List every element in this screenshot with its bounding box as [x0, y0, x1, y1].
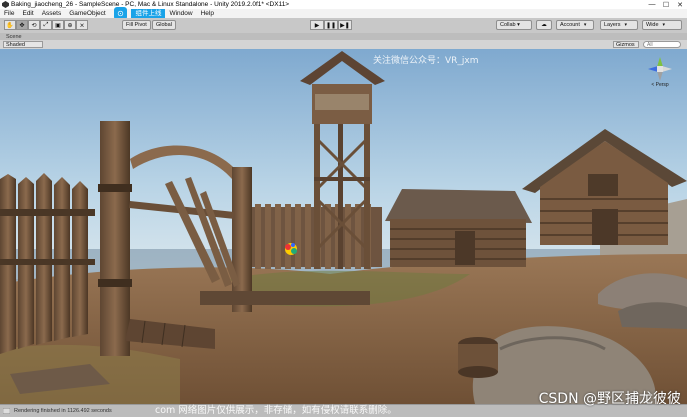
gizmos-dropdown[interactable]: Gizmos	[613, 41, 639, 48]
menu-edit[interactable]: Edit	[18, 10, 37, 17]
hand-tool-icon[interactable]: ✋	[4, 20, 16, 30]
watermark-text: 关注微信公众号：VR_jxm	[373, 56, 479, 66]
maximize-button[interactable]: ☐	[659, 0, 673, 9]
transform-tool-icon[interactable]: ⊕	[64, 20, 76, 30]
pivot-toggle[interactable]: Fill Pivot	[122, 20, 151, 30]
shading-mode-dropdown[interactable]: Shaded	[3, 41, 43, 48]
global-label: Global	[156, 22, 172, 28]
status-message: Rendering finished in 1126.492 seconds	[14, 408, 112, 414]
play-button[interactable]: ▶	[310, 20, 324, 30]
chevron-down-icon: ▾	[662, 22, 666, 28]
account-dropdown[interactable]: Account ▾	[556, 20, 594, 30]
window-title: Baking_jiaocheng_26 - SampleScene - PC, …	[11, 1, 290, 8]
menu-assets[interactable]: Assets	[38, 10, 66, 17]
copyright-notice: com 网络图片仅供展示，非存储，如有侵权请联系删除。	[155, 405, 397, 416]
barrel	[458, 337, 498, 378]
pivot-label: Fill Pivot	[126, 22, 147, 28]
cloud-icon: ☁	[541, 22, 547, 28]
menu-overlay-highlight[interactable]: 组件上线	[131, 9, 166, 18]
layout-dropdown[interactable]: Wide ▾	[642, 20, 682, 30]
account-label: Account	[560, 22, 580, 28]
light-probe-marker-icon[interactable]	[285, 243, 297, 255]
tab-scene[interactable]: Scene	[6, 34, 22, 40]
csdn-watermark: CSDN @野区捕龙彼彼	[538, 391, 681, 407]
unity-logo-icon	[2, 1, 9, 8]
menu-file[interactable]: File	[0, 10, 18, 17]
scene-orientation-gizmo[interactable]: < Persp	[647, 56, 673, 88]
info-icon	[3, 408, 10, 414]
layout-label: Wide	[646, 22, 659, 28]
collab-label: Collab ▾	[500, 22, 520, 28]
step-button[interactable]: ▶❚	[338, 20, 352, 30]
small-cabin	[385, 189, 532, 267]
menu-gameobject[interactable]: GameObject	[65, 10, 110, 17]
layers-label: Layers	[604, 22, 621, 28]
chevron-down-icon: ▾	[583, 22, 587, 28]
rotate-tool-icon[interactable]: ⟲	[28, 20, 40, 30]
main-toolbar: ✋ ✥ ⟲ ⤢ ▣ ⊕ ⨯ Fill Pivot Global ▶ ❚❚ ▶❚ …	[0, 18, 687, 34]
rect-tool-icon[interactable]: ▣	[52, 20, 64, 30]
left-palisade	[0, 173, 95, 354]
move-tool-icon[interactable]: ✥	[16, 20, 28, 30]
scene-render	[0, 49, 687, 404]
minimize-button[interactable]: —	[645, 0, 659, 9]
scale-tool-icon[interactable]: ⤢	[40, 20, 52, 30]
layers-dropdown[interactable]: Layers ▾	[600, 20, 638, 30]
menu-window[interactable]: Window	[165, 10, 196, 17]
custom-tool-icon[interactable]: ⨯	[76, 20, 88, 30]
chevron-down-icon: ▾	[624, 22, 628, 28]
gate-post-right	[232, 167, 252, 312]
axis-gizmo-icon[interactable]	[647, 56, 673, 82]
pause-button[interactable]: ❚❚	[324, 20, 338, 30]
scene-viewport[interactable]	[0, 49, 687, 404]
close-button[interactable]: ✕	[673, 0, 687, 9]
scene-search-placeholder: All	[647, 41, 653, 48]
gizmos-label: Gizmos	[616, 41, 635, 48]
menu-help[interactable]: Help	[197, 10, 218, 17]
log-border	[200, 291, 370, 305]
gate-post-left	[100, 121, 130, 356]
collab-dropdown[interactable]: Collab ▾	[496, 20, 532, 30]
cloud-button[interactable]: ☁	[536, 20, 552, 30]
global-toggle[interactable]: Global	[152, 20, 176, 30]
scene-search-input[interactable]: All	[643, 41, 681, 48]
persp-label[interactable]: < Persp	[647, 82, 673, 88]
menu-bar: File Edit Assets GameObject Com 组件上线 Win…	[0, 9, 687, 18]
shading-mode-label: Shaded	[6, 41, 25, 48]
